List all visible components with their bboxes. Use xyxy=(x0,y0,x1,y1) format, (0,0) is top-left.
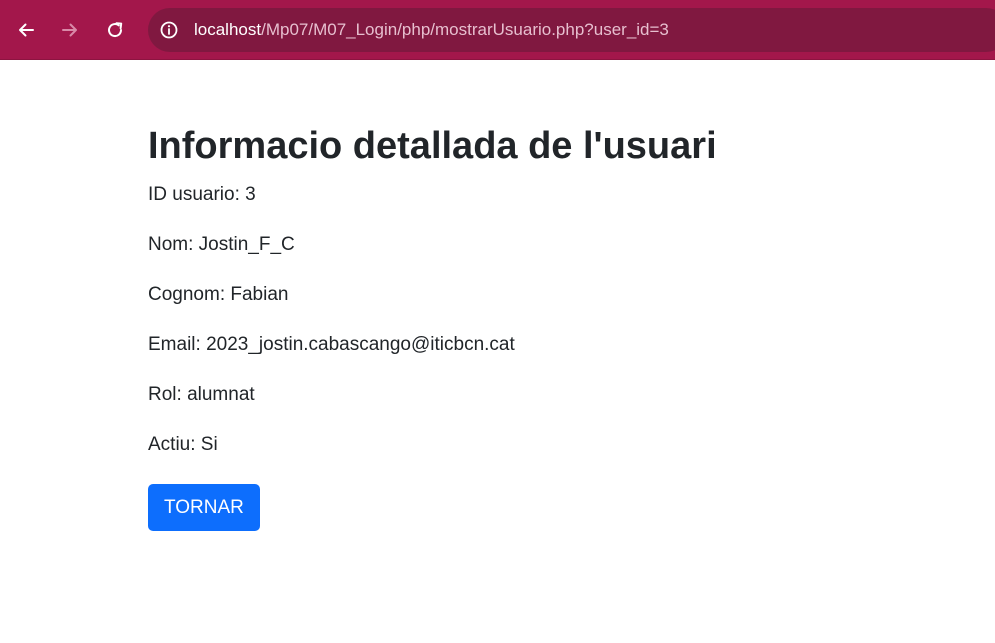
user-name-field: Nom: Jostin_F_C xyxy=(148,234,295,255)
user-surname-field: Cognom: Fabian xyxy=(148,284,289,305)
page-title: Informacio detallada de l'usuari xyxy=(148,125,717,167)
user-id-field: ID usuario: 3 xyxy=(148,184,256,205)
back-button[interactable] xyxy=(8,12,44,48)
user-detail-container: Informacio detallada de l'usuari ID usua… xyxy=(148,120,908,531)
forward-button[interactable] xyxy=(52,12,88,48)
address-bar[interactable]: localhost/Mp07/M07_Login/php/mostrarUsua… xyxy=(148,8,995,52)
url-host: localhost xyxy=(194,20,262,39)
reload-button[interactable] xyxy=(97,12,133,48)
user-email-field: Email: 2023_jostin.cabascango@iticbcn.ca… xyxy=(148,334,515,355)
site-info-button[interactable] xyxy=(154,15,184,45)
browser-toolbar: localhost/Mp07/M07_Login/php/mostrarUsua… xyxy=(0,0,995,60)
user-active-field: Actiu: Si xyxy=(148,434,218,455)
url-text[interactable]: localhost/Mp07/M07_Login/php/mostrarUsua… xyxy=(194,20,669,40)
reload-icon xyxy=(108,22,123,38)
arrow-left-icon xyxy=(19,23,34,37)
user-role-field: Rol: alumnat xyxy=(148,384,255,405)
url-path: /Mp07/M07_Login/php/mostrarUsuario.php?u… xyxy=(261,20,669,39)
info-icon xyxy=(160,21,178,39)
arrow-right-icon xyxy=(62,23,77,37)
return-button[interactable]: TORNAR xyxy=(148,484,260,531)
